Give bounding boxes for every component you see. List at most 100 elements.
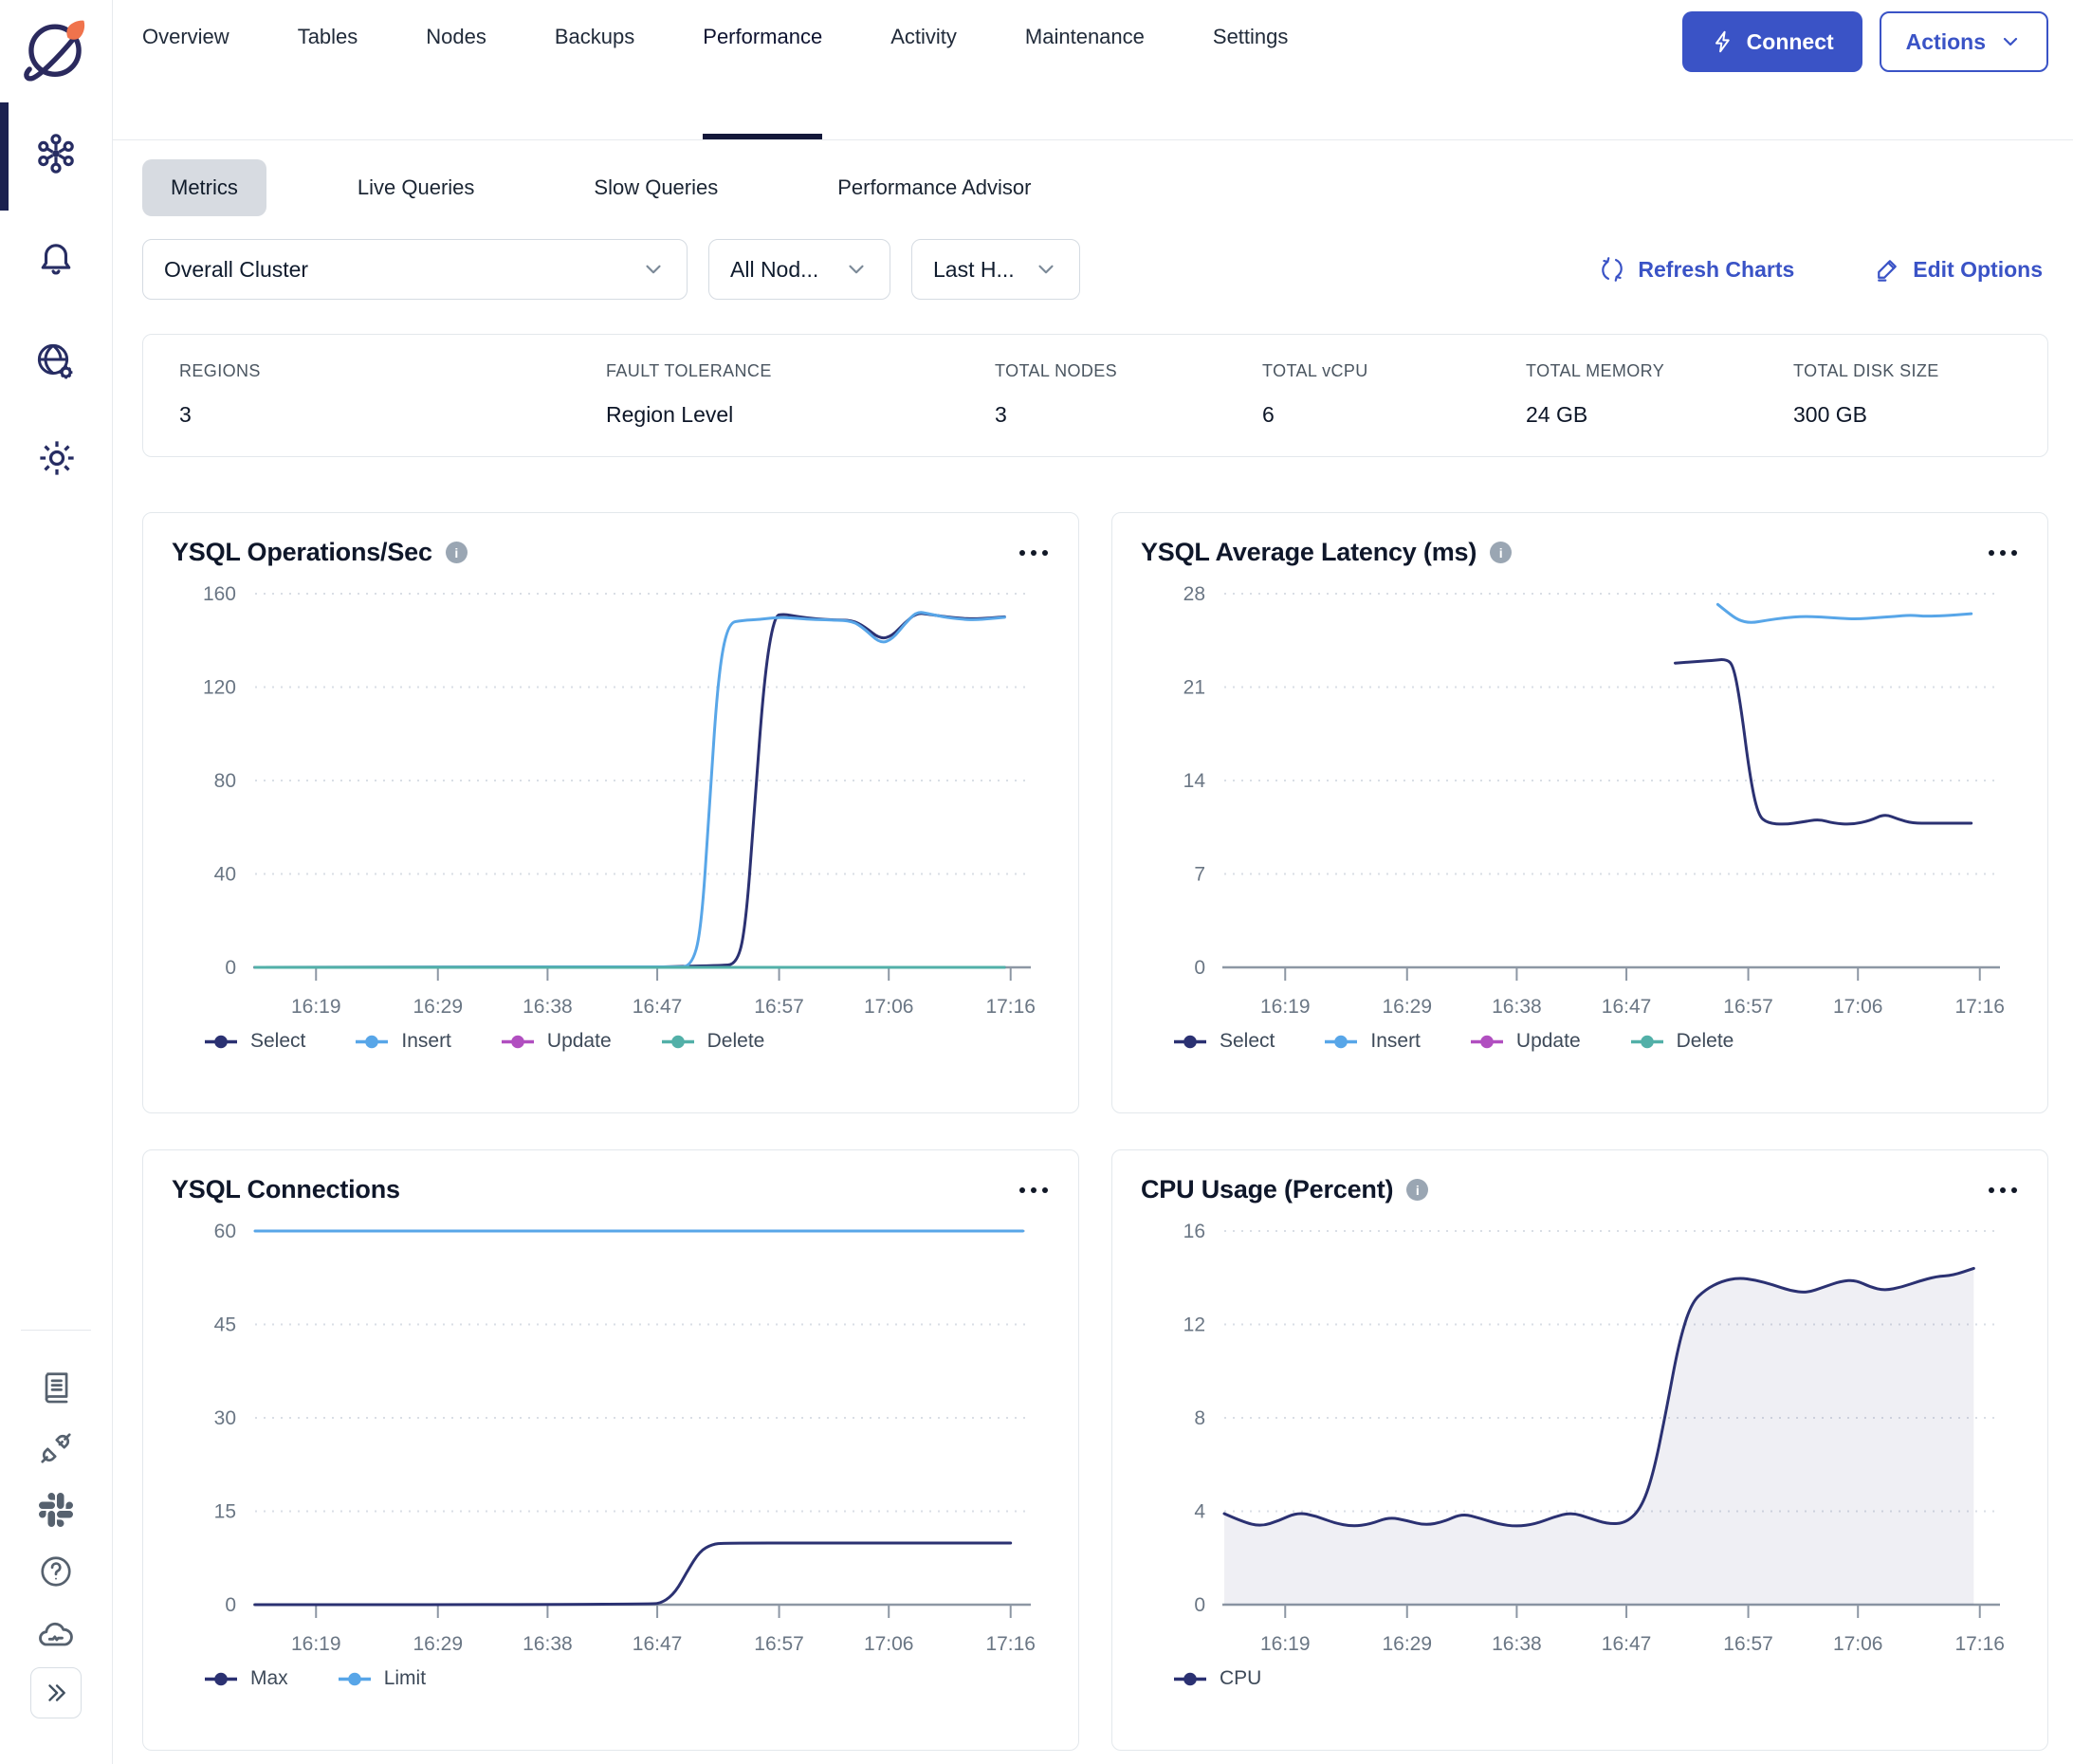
tab-performance[interactable]: Performance <box>703 0 822 139</box>
subtab-performance-advisor[interactable]: Performance Advisor <box>809 159 1059 216</box>
y-axis-label: 21 <box>1183 677 1205 699</box>
legend-item-select[interactable]: Select <box>204 1030 305 1053</box>
x-axis-label: 16:38 <box>523 1633 573 1655</box>
legend-label: Delete <box>1677 1030 1734 1053</box>
y-axis-label: 0 <box>1194 957 1205 979</box>
chart-canvas-cpu-usage: 048121616:1916:2916:3816:4716:5717:0617:… <box>1141 1214 2019 1660</box>
slack-icon[interactable] <box>39 1493 73 1527</box>
alerts-bell-icon[interactable] <box>35 237 77 279</box>
info-icon[interactable]: i <box>1406 1179 1428 1201</box>
x-axis-label: 17:16 <box>985 996 1036 1018</box>
cluster-scope-select[interactable]: Overall Cluster <box>142 239 688 300</box>
network-globe-gear-icon[interactable] <box>33 340 79 385</box>
settings-gear-icon[interactable] <box>35 436 79 480</box>
yugabyte-logo-icon[interactable] <box>14 11 96 93</box>
x-axis-label: 16:19 <box>1260 1633 1311 1655</box>
chart-legend: CPU <box>1173 1667 2019 1690</box>
tab-maintenance[interactable]: Maintenance <box>1025 0 1145 139</box>
legend-marker-icon <box>1324 1035 1358 1049</box>
legend-item-insert[interactable]: Insert <box>1324 1030 1421 1053</box>
x-axis-label: 16:38 <box>1492 1633 1542 1655</box>
node-filter-select[interactable]: All Nod... <box>708 239 890 300</box>
legend-item-limit[interactable]: Limit <box>338 1667 426 1690</box>
y-axis-label: 4 <box>1194 1501 1205 1523</box>
legend-item-update[interactable]: Update <box>1470 1030 1581 1053</box>
summary-value: 6 <box>1262 402 1526 428</box>
legend-item-cpu[interactable]: CPU <box>1173 1667 1261 1690</box>
x-axis-label: 16:38 <box>1492 996 1542 1018</box>
clusters-network-icon[interactable] <box>33 131 79 176</box>
chevron-down-icon <box>1999 30 2022 53</box>
help-circle-icon[interactable] <box>38 1553 74 1589</box>
legend-item-select[interactable]: Select <box>1173 1030 1275 1053</box>
legend-label: Select <box>250 1030 305 1053</box>
expand-sidebar-button[interactable] <box>30 1667 82 1718</box>
x-axis-label: 16:19 <box>291 996 341 1018</box>
chart-menu-button[interactable] <box>1987 1182 2019 1199</box>
edit-options-button[interactable]: Edit Options <box>1874 256 2043 283</box>
legend-marker-icon <box>204 1035 238 1049</box>
subtab-metrics[interactable]: Metrics <box>142 159 266 216</box>
legend-label: Limit <box>384 1667 426 1690</box>
legend-item-delete[interactable]: Delete <box>1630 1030 1734 1053</box>
chart-menu-button[interactable] <box>1018 544 1050 561</box>
integrations-plug-icon[interactable] <box>38 1430 74 1466</box>
chart-title: YSQL Connections <box>172 1175 400 1204</box>
summary-value: 300 GB <box>1793 402 1939 428</box>
summary-regions: REGIONS 3 <box>179 361 606 428</box>
cloud-status-icon[interactable] <box>37 1616 75 1654</box>
tab-backups[interactable]: Backups <box>555 0 634 139</box>
legend-item-max[interactable]: Max <box>204 1667 288 1690</box>
legend-marker-icon <box>501 1035 535 1049</box>
summary-label: TOTAL DISK SIZE <box>1793 361 1939 381</box>
lightning-bolt-icon <box>1711 29 1735 54</box>
chart-menu-button[interactable] <box>1018 1182 1050 1199</box>
node-filter-value: All Nod... <box>730 257 818 283</box>
chart-menu-button[interactable] <box>1987 544 2019 561</box>
y-axis-label: 7 <box>1194 864 1205 886</box>
performance-subtabs: Metrics Live Queries Slow Queries Perfor… <box>142 157 2043 218</box>
legend-marker-icon <box>355 1035 389 1049</box>
y-axis-label: 28 <box>1183 583 1205 605</box>
series-line-insert <box>1717 604 1971 622</box>
subtab-live-queries[interactable]: Live Queries <box>329 159 504 216</box>
info-icon[interactable]: i <box>446 542 468 563</box>
x-axis-label: 16:47 <box>633 1633 683 1655</box>
connect-button[interactable]: Connect <box>1682 11 1862 72</box>
legend-item-update[interactable]: Update <box>501 1030 612 1053</box>
docs-book-icon[interactable] <box>38 1369 74 1406</box>
legend-item-delete[interactable]: Delete <box>661 1030 765 1053</box>
refresh-charts-button[interactable]: Refresh Charts <box>1599 256 1794 283</box>
time-range-select[interactable]: Last H... <box>911 239 1080 300</box>
legend-label: Max <box>250 1667 288 1690</box>
legend-item-insert[interactable]: Insert <box>355 1030 451 1053</box>
y-axis-label: 14 <box>1183 770 1206 792</box>
charts-grid: YSQL Operations/Sec i 0408012016016:1916… <box>142 512 2048 1751</box>
x-axis-label: 17:06 <box>864 996 914 1018</box>
series-line-max <box>255 1543 1011 1605</box>
cluster-summary-bar: REGIONS 3 FAULT TOLERANCE Region Level T… <box>142 334 2048 457</box>
tab-tables[interactable]: Tables <box>298 0 358 139</box>
actions-button[interactable]: Actions <box>1880 11 2048 72</box>
refresh-icon <box>1599 256 1625 283</box>
chart-legend: Select Insert Update Delete <box>204 1030 1050 1053</box>
tab-activity[interactable]: Activity <box>890 0 957 139</box>
x-axis-label: 16:47 <box>1602 996 1652 1018</box>
summary-label: TOTAL vCPU <box>1262 361 1526 381</box>
x-axis-label: 16:29 <box>1382 996 1432 1018</box>
tab-nodes[interactable]: Nodes <box>426 0 486 139</box>
legend-marker-icon <box>1630 1035 1664 1049</box>
tab-settings[interactable]: Settings <box>1213 0 1289 139</box>
chart-title: CPU Usage (Percent) <box>1141 1175 1393 1204</box>
subtab-slow-queries[interactable]: Slow Queries <box>565 159 746 216</box>
legend-label: Select <box>1220 1030 1275 1053</box>
legend-marker-icon <box>338 1672 372 1686</box>
y-axis-label: 120 <box>203 677 236 699</box>
x-axis-label: 17:06 <box>1833 996 1883 1018</box>
info-icon[interactable]: i <box>1490 542 1512 563</box>
tab-overview[interactable]: Overview <box>142 0 229 139</box>
chart-card-ysql-latency: YSQL Average Latency (ms) i 0714212816:1… <box>1111 512 2048 1113</box>
y-axis-label: 0 <box>225 957 236 979</box>
chevron-down-icon <box>844 257 869 282</box>
summary-value: 24 GB <box>1526 402 1793 428</box>
